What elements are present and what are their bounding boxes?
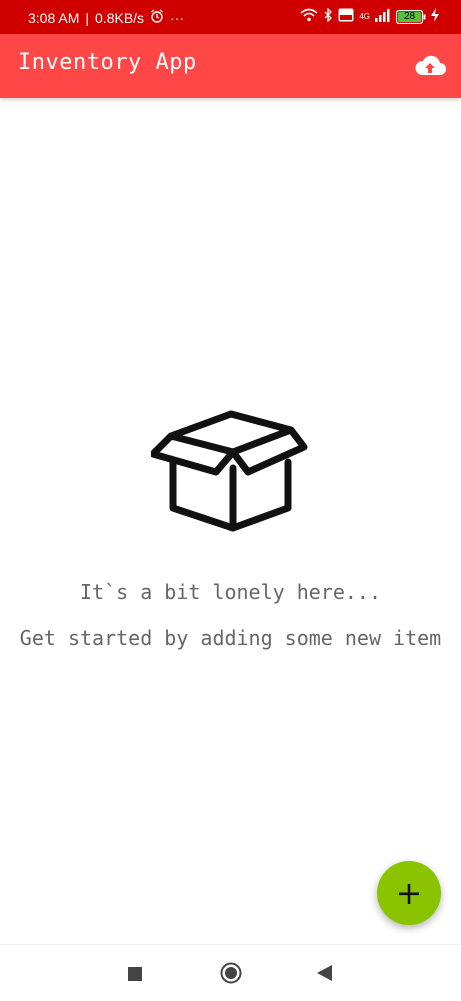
charging-icon — [431, 8, 439, 25]
home-button[interactable] — [220, 962, 242, 988]
bluetooth-icon — [323, 7, 333, 25]
signal-icon — [375, 8, 391, 25]
empty-state: It`s a bit lonely here... Get started by… — [0, 410, 461, 650]
cloud-upload-icon — [415, 55, 446, 75]
more-notifications-icon: ··· — [170, 9, 185, 26]
alarm-icon — [150, 9, 164, 26]
back-button[interactable] — [317, 965, 332, 985]
add-item-fab[interactable]: + — [377, 861, 441, 925]
network-type: 4G — [359, 12, 370, 21]
battery-level: 28 — [403, 10, 416, 22]
status-left: 3:08 AM | 0.8KB/s ··· — [28, 9, 184, 26]
wifi-icon — [300, 8, 318, 25]
app-title: Inventory App — [18, 50, 197, 75]
battery-icon: 28 — [396, 9, 426, 24]
system-nav-bar — [0, 944, 461, 1001]
status-time: 3:08 AM — [28, 9, 80, 26]
triangle-back-icon — [317, 965, 332, 981]
status-separator: | — [85, 9, 90, 26]
volte-icon — [338, 8, 354, 25]
status-speed: 0.8KB/s — [95, 9, 145, 26]
circle-home-icon — [220, 962, 242, 984]
app-bar: Inventory App — [0, 34, 461, 98]
open-box-icon — [150, 410, 307, 532]
plus-icon: + — [395, 874, 423, 912]
status-bar: 3:08 AM | 0.8KB/s ··· 4G 28 — [0, 0, 461, 34]
status-right: 4G 28 — [300, 7, 439, 25]
empty-state-title: It`s a bit lonely here... — [79, 580, 382, 604]
square-recents-icon — [128, 967, 142, 981]
cloud-upload-button[interactable] — [413, 52, 447, 80]
recents-button[interactable] — [128, 966, 142, 985]
empty-state-subtitle: Get started by adding some new item — [19, 626, 442, 650]
